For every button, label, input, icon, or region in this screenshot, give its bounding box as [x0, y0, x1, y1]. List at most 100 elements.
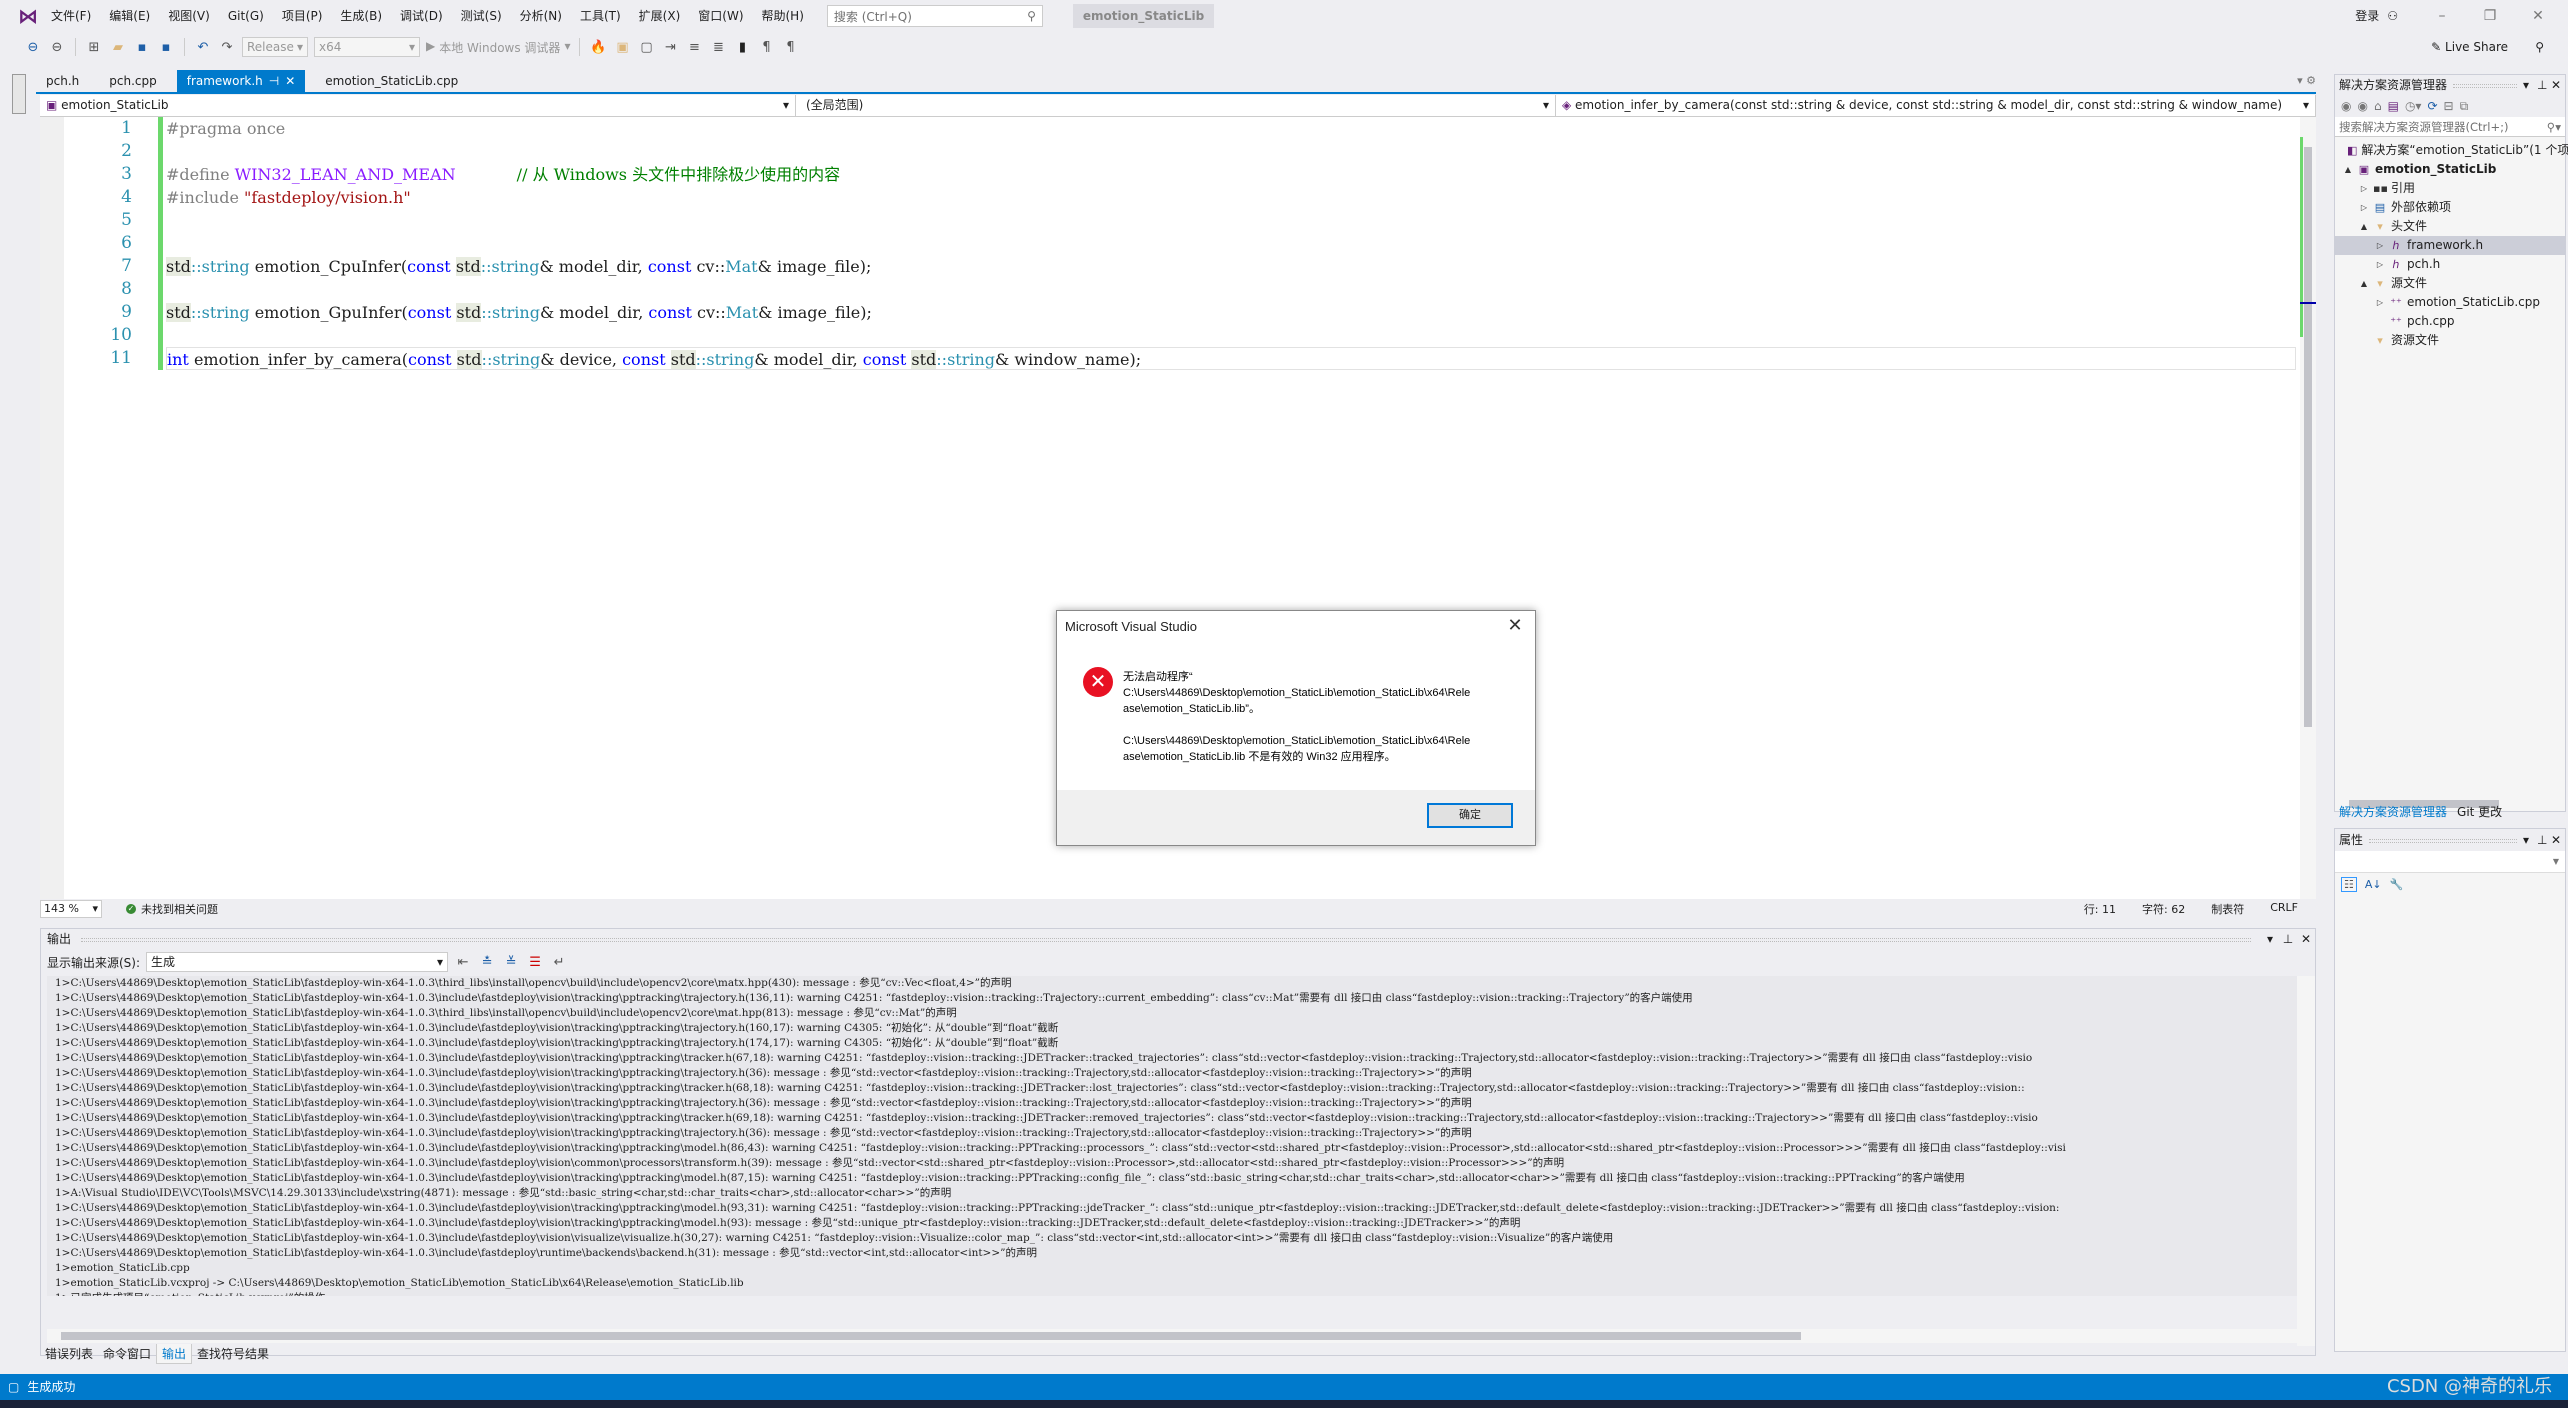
output-text[interactable]: 1>C:\Users\44869\Desktop\emotion_StaticL… — [47, 976, 2297, 1296]
sync-icon[interactable]: ⟳ — [2427, 99, 2437, 113]
tree-item[interactable]: ▲ ▣ emotion_StaticLib — [2335, 160, 2565, 179]
issues-indicator[interactable]: ✓ 未找到相关问题 — [126, 901, 218, 917]
start-debugger-button[interactable]: ▶ 本地 Windows 调试器 ▾ — [426, 39, 570, 56]
menu-item[interactable]: 窗口(W) — [689, 0, 752, 32]
tree-item[interactable]: ▷ ⁺⁺ emotion_StaticLib.cpp — [2335, 293, 2565, 312]
pending-changes-icon[interactable]: ◷▾ — [2405, 99, 2422, 113]
alphabetical-icon[interactable]: A↓ — [2365, 878, 2382, 891]
forward-icon[interactable]: ⊖ — [48, 38, 66, 56]
tab-output[interactable]: 输出 — [156, 1344, 193, 1364]
output-vertical-scrollbar[interactable] — [2297, 976, 2315, 1346]
search-input[interactable]: 搜索 (Ctrl+Q) ⚲ — [826, 5, 1043, 27]
switch-views-icon[interactable]: ▤ — [2388, 99, 2399, 113]
feedback-icon[interactable]: ⚲ — [2535, 32, 2544, 62]
menu-item[interactable]: 测试(S) — [452, 0, 511, 32]
close-panel-icon[interactable]: ✕ — [2297, 929, 2315, 949]
close-tab-icon[interactable]: ✕ — [285, 70, 295, 92]
pin-icon[interactable]: ⊥ — [2537, 829, 2551, 851]
next-bookmark-icon[interactable]: ¶ — [781, 38, 799, 56]
tab-framework-h[interactable]: framework.h ⊣ ✕ — [176, 70, 306, 92]
scrollbar-thumb[interactable] — [2304, 147, 2312, 727]
login-button[interactable]: 登录 ⚇ — [2355, 0, 2398, 32]
drag-handle[interactable] — [2453, 84, 2517, 88]
pin-icon[interactable]: ⊥ — [2279, 929, 2297, 949]
tree-item[interactable]: ▲ ▾ 头文件 — [2335, 217, 2565, 236]
tree-item[interactable]: ◧ 解决方案“emotion_StaticLib”(1 个项 — [2335, 141, 2568, 160]
expand-arrow-icon[interactable]: ▷ — [2359, 179, 2369, 198]
show-all-files-icon[interactable]: ⧉ — [2460, 99, 2469, 114]
drag-handle[interactable] — [81, 938, 2251, 942]
menu-item[interactable]: Git(G) — [219, 0, 273, 32]
menu-item[interactable]: 帮助(H) — [753, 0, 813, 32]
window-menu-icon[interactable]: ▾ — [2261, 929, 2279, 949]
tab-error-list[interactable]: 错误列表 — [40, 1344, 98, 1364]
tab-pch-h[interactable]: pch.h — [36, 70, 89, 92]
tree-item[interactable]: ▷ ▪▪ 引用 — [2335, 179, 2565, 198]
tab-pch-cpp[interactable]: pch.cpp — [99, 70, 166, 92]
find-in-files-icon[interactable]: ▣ — [613, 38, 631, 56]
platform-select[interactable]: x64 ▾ — [314, 37, 420, 57]
next-message-icon[interactable]: ≚ — [502, 953, 520, 971]
output-horizontal-scrollbar[interactable] — [47, 1329, 2297, 1343]
close-window-button[interactable]: ✕ — [2520, 0, 2556, 32]
prev-bookmark-icon[interactable]: ¶ — [757, 38, 775, 56]
tree-item[interactable]: ▾ 资源文件 — [2335, 331, 2565, 350]
line-ending-indicator[interactable]: CRLF — [2270, 901, 2298, 917]
back-icon[interactable]: ◉ — [2341, 99, 2351, 113]
indent-icon[interactable]: ⇥ — [661, 38, 679, 56]
member-select[interactable]: ◈ emotion_infer_by_camera(const std::str… — [1556, 95, 2316, 117]
expand-arrow-icon[interactable]: ▷ — [2375, 255, 2385, 274]
pin-icon[interactable]: ⊥ — [2537, 75, 2551, 95]
solution-explorer-search[interactable]: 搜索解决方案资源管理器(Ctrl+;) ⚲▾ — [2335, 117, 2565, 137]
object-select[interactable]: ▼ — [2335, 851, 2565, 873]
collapse-all-icon[interactable]: ⊟ — [2444, 99, 2454, 113]
bookmark-icon[interactable]: ▮ — [733, 38, 751, 56]
editor-vertical-scrollbar[interactable] — [2300, 117, 2316, 899]
tree-item[interactable]: ▲ ▾ 源文件 — [2335, 274, 2565, 293]
tab-solution-explorer[interactable]: 解决方案资源管理器 — [2334, 802, 2452, 822]
window-menu-icon[interactable]: ▾ — [2523, 829, 2537, 851]
save-icon[interactable]: ▪ — [133, 38, 151, 56]
new-project-icon[interactable]: ⊞ — [85, 38, 103, 56]
expand-arrow-icon[interactable]: ▲ — [2343, 160, 2353, 179]
save-all-icon[interactable]: ▪ — [157, 38, 175, 56]
project-select[interactable]: ▣ emotion_StaticLib ▾ — [40, 95, 796, 117]
menu-item[interactable]: 分析(N) — [511, 0, 571, 32]
undo-icon[interactable]: ↶ — [194, 38, 212, 56]
configuration-select[interactable]: Release ▾ — [242, 37, 308, 57]
forward-icon[interactable]: ◉ — [2357, 99, 2367, 113]
menu-item[interactable]: 项目(P) — [273, 0, 332, 32]
menu-item[interactable]: 调试(D) — [391, 0, 452, 32]
tree-item[interactable]: ▷ ℎ pch.h — [2335, 255, 2565, 274]
menu-item[interactable]: 生成(B) — [331, 0, 391, 32]
close-panel-icon[interactable]: ✕ — [2551, 829, 2565, 851]
word-wrap-icon[interactable]: ↵ — [550, 953, 568, 971]
restore-button[interactable]: ❐ — [2472, 0, 2508, 32]
expand-arrow-icon[interactable]: ▷ — [2375, 236, 2385, 255]
home-icon[interactable]: ⌂ — [2374, 99, 2382, 113]
back-icon[interactable]: ⊖ — [24, 38, 42, 56]
minimize-button[interactable]: – — [2424, 0, 2460, 32]
expand-arrow-icon[interactable]: ▲ — [2359, 274, 2369, 293]
redo-icon[interactable]: ↷ — [218, 38, 236, 56]
prev-message-icon[interactable]: ≛ — [478, 953, 496, 971]
expand-arrow-icon[interactable]: ▷ — [2375, 293, 2385, 312]
tab-command-window[interactable]: 命令窗口 — [98, 1344, 156, 1364]
menu-item[interactable]: 工具(T) — [571, 0, 630, 32]
drag-handle[interactable] — [2369, 839, 2517, 843]
zoom-select[interactable]: 143 % ▾ — [40, 900, 102, 918]
tab-emotion-staticlib-cpp[interactable]: emotion_StaticLib.cpp — [315, 70, 468, 92]
dialog-close-button[interactable]: ✕ — [1503, 615, 1527, 636]
close-panel-icon[interactable]: ✕ — [2551, 75, 2565, 95]
hot-reload-icon[interactable]: 🔥 — [589, 38, 607, 56]
find-message-icon[interactable]: ⇤ — [454, 953, 472, 971]
scope-select[interactable]: (全局范围) ▾ — [800, 95, 1556, 117]
categorized-icon[interactable]: ☷ — [2341, 876, 2357, 892]
menu-item[interactable]: 视图(V) — [159, 0, 219, 32]
ok-button[interactable]: 确定 — [1427, 803, 1513, 828]
clear-all-icon[interactable]: ☰ — [526, 953, 544, 971]
tab-find-symbol-results[interactable]: 查找符号结果 — [192, 1344, 274, 1364]
tab-git-changes[interactable]: Git 更改 — [2452, 802, 2507, 822]
pin-icon[interactable]: ⊣ — [269, 70, 279, 92]
menu-item[interactable]: 扩展(X) — [630, 0, 690, 32]
